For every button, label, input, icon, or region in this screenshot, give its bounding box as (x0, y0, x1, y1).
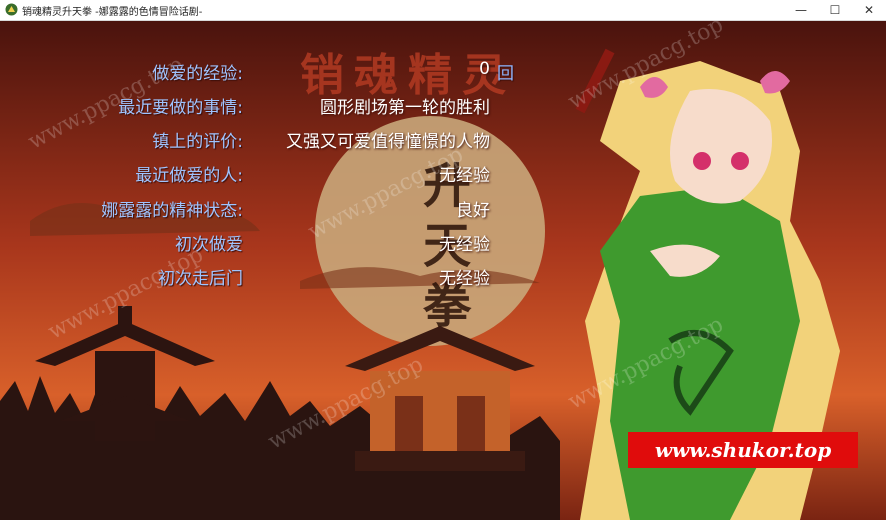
stat-label-recent-partner: 最近做爱的人: (135, 166, 243, 186)
maximize-button[interactable]: ☐ (820, 0, 850, 20)
stat-label-sex-count: 做爱的经验: (152, 64, 243, 84)
banner-text: www.shukor.top (654, 438, 832, 462)
stat-value-sex-count: 0 (479, 59, 490, 79)
close-button[interactable]: ✕ (854, 0, 884, 20)
window-title: 销魂精灵升天拳 -娜露露的色情冒险话剧- (22, 7, 203, 18)
game-scene[interactable]: 销魂精灵 升 天 拳 www.ppacg.top www.ppacg.top w… (0, 21, 886, 520)
stat-value-town-rating: 又强又可爱值得憧憬的人物 (286, 132, 490, 152)
stat-label-first-time: 初次做爱 (175, 235, 243, 255)
stat-value-first-backdoor: 无经验 (439, 269, 490, 289)
stat-label-next-task: 最近要做的事情: (118, 98, 243, 118)
stat-value-first-time: 无经验 (439, 235, 490, 255)
stat-unit-times: 回 (497, 64, 514, 84)
game-window: 销魂精灵升天拳 -娜露露的色情冒险话剧- — ☐ ✕ 销魂精灵 升 天 拳 ww… (0, 0, 886, 520)
stat-label-first-backdoor: 初次走后门 (158, 269, 243, 289)
watermark-banner: www.shukor.top (628, 432, 858, 468)
stat-label-mental-state: 娜露露的精神状态: (101, 201, 243, 221)
title-bar[interactable]: 销魂精灵升天拳 -娜露露的色情冒险话剧- — ☐ ✕ (0, 0, 886, 21)
stat-value-mental-state: 良好 (456, 201, 490, 221)
stat-label-town-rating: 镇上的评价: (152, 132, 243, 152)
minimize-button[interactable]: — (786, 0, 816, 20)
app-icon (5, 3, 18, 16)
maximize-icon: ☐ (829, 3, 841, 17)
stat-value-next-task: 圆形剧场第一轮的胜利 (320, 98, 490, 118)
close-icon: ✕ (863, 3, 875, 17)
minimize-icon: — (795, 3, 807, 17)
stat-value-recent-partner: 无经验 (439, 166, 490, 186)
